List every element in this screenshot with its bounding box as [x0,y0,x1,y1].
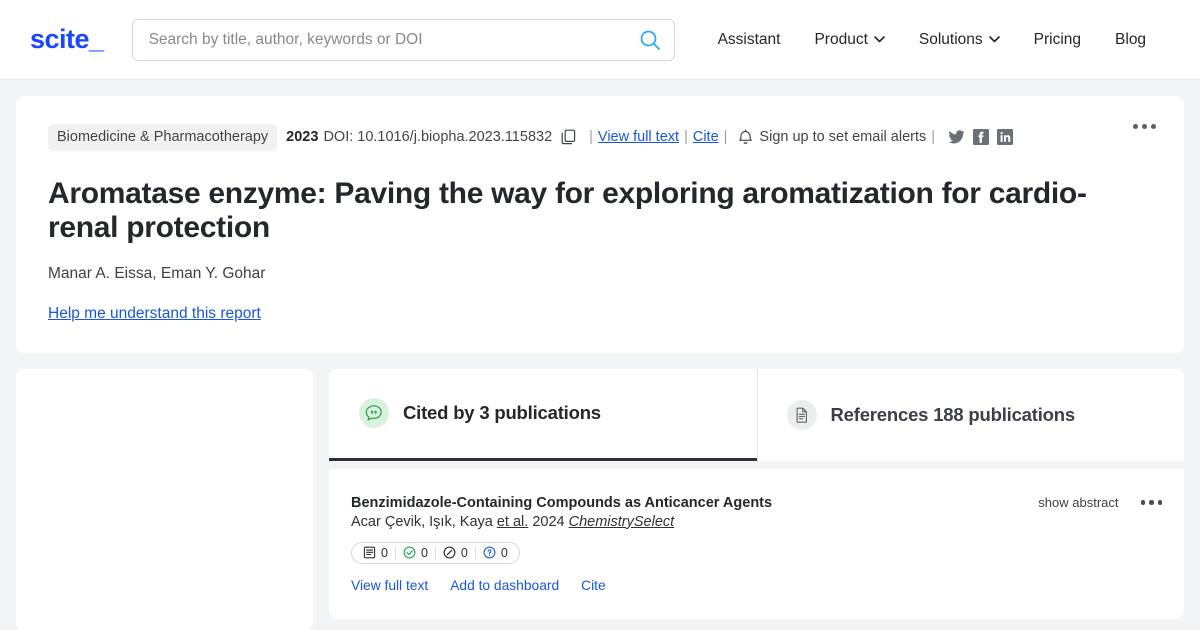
article-card: Biomedicine & Pharmacotherapy 2023 DOI: … [16,96,1184,353]
tab-label-cited-by: Cited by 3 publications [403,402,601,424]
chevron-down-icon [988,36,1000,43]
result-actions: View full text Add to dashboard Cite [351,578,1158,593]
quote-bubble-icon [359,398,389,429]
dot [1142,124,1147,129]
publication-year: 2023 [286,129,319,145]
nav-item-pricing[interactable]: Pricing [1017,31,1098,49]
help-understand-report-link[interactable]: Help me understand this report [48,305,261,323]
separator: | [684,129,688,145]
nav-item-assistant[interactable]: Assistant [701,31,798,49]
separator: | [931,129,936,145]
dot [1151,124,1156,129]
results-card: show abstract Benzimidazole-Containing C… [329,468,1184,619]
result-etal: et al. [496,513,529,530]
content-column: Cited by 3 publications References 188 p… [329,368,1185,619]
search-box [131,18,675,61]
result-author-names: Acar Çevik, Işık, Kaya [351,513,493,530]
social-share-group [948,129,1014,146]
linkedin-icon[interactable] [997,129,1014,146]
site-header: scite_ Assistant Product Solutions Pr [0,0,1200,80]
view-full-text-link[interactable]: View full text [598,130,679,145]
tab-references[interactable]: References 188 publications [756,368,1185,461]
dot [1140,500,1145,505]
bell-icon[interactable] [738,129,753,146]
result-authors: Acar Çevik, Işık, Kaya et al. 2024 Chemi… [351,514,1158,530]
nav-label: Pricing [1033,30,1082,48]
result-add-to-dashboard[interactable]: Add to dashboard [450,578,559,593]
copy-icon[interactable] [561,129,576,145]
separator: | [589,129,593,145]
tab-cited-by[interactable]: Cited by 3 publications [329,369,757,461]
nav-label: Blog [1115,30,1147,48]
search-input[interactable] [131,18,675,61]
nav-item-blog[interactable]: Blog [1098,31,1163,49]
lower-section: Cited by 3 publications References 188 p… [16,368,1185,630]
result-cite[interactable]: Cite [581,578,606,593]
stat-mentioning[interactable]: 0 [356,546,395,560]
nav-label: Product [814,30,868,48]
article-more-menu[interactable] [1133,124,1156,129]
nav-label: Assistant [717,30,781,48]
dot [1157,500,1162,505]
dot [1149,500,1154,505]
main-nav: Assistant Product Solutions Pricing Blog [701,31,1164,49]
stat-unclassified[interactable]: 0 [474,545,515,560]
document-icon [786,399,817,430]
result-year: 2024 [532,513,565,530]
sidebar-panel [16,368,313,630]
scite-logo[interactable]: scite_ [30,24,104,55]
stat-value: 0 [500,545,508,560]
mentioning-icon [363,547,376,559]
contrasting-icon [443,546,456,559]
doi-text: DOI: 10.1016/j.biopha.2023.115832 [323,129,553,145]
nav-label: Solutions [918,30,983,48]
result-title[interactable]: Benzimidazole-Containing Compounds as An… [351,495,1158,511]
tab-bar: Cited by 3 publications References 188 p… [329,368,1185,461]
result-more-menu[interactable] [1140,500,1162,505]
separator: | [723,129,728,145]
page-title: Aromatase enzyme: Paving the way for exp… [48,176,1087,244]
citation-stats-group: 0 0 0 0 [351,541,520,564]
result-view-full-text[interactable]: View full text [351,578,428,593]
result-right-controls: show abstract [1038,495,1162,510]
chevron-down-icon [874,36,885,43]
stat-contrasting[interactable]: 0 [434,545,475,560]
stat-value: 0 [420,545,428,560]
search-icon[interactable] [639,29,661,51]
stat-supporting[interactable]: 0 [394,545,435,560]
dot [1133,124,1138,129]
journal-badge[interactable]: Biomedicine & Pharmacotherapy [48,124,278,151]
tab-label-references: References 188 publications [830,403,1076,425]
cite-link[interactable]: Cite [693,130,719,145]
stat-value: 0 [381,545,388,560]
show-abstract-toggle[interactable]: show abstract [1038,495,1118,510]
nav-item-product[interactable]: Product [797,31,901,49]
article-meta-row: Biomedicine & Pharmacotherapy 2023 DOI: … [48,124,1152,151]
nav-item-solutions[interactable]: Solutions [902,31,1017,49]
email-alerts-text[interactable]: Sign up to set email alerts [759,130,926,145]
supporting-icon [403,546,416,559]
article-authors: Manar A. Eissa, Eman Y. Gohar [48,264,266,282]
facebook-icon[interactable] [973,129,990,146]
result-journal: ChemistrySelect [568,513,675,530]
twitter-icon[interactable] [948,130,965,145]
unclassified-icon [483,546,496,559]
stat-value: 0 [460,545,468,560]
page-body: Biomedicine & Pharmacotherapy 2023 DOI: … [0,80,1200,630]
